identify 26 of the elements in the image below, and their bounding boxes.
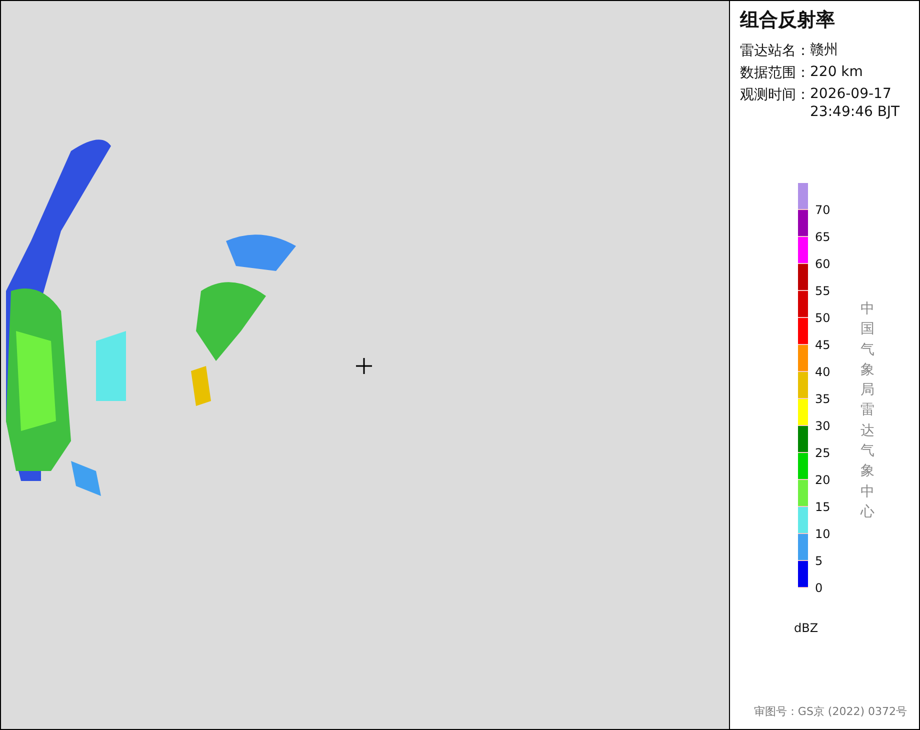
- credit-text: 中国气象局雷达气象中心: [860, 300, 874, 522]
- info-value: 220 km: [810, 63, 863, 82]
- crosshair-icon: [356, 358, 372, 374]
- scale-tick-label: 70: [815, 202, 830, 219]
- scale-tick-label: 0: [815, 580, 824, 597]
- info-label: 数据范围：: [740, 64, 810, 83]
- scale-tick-label: 50: [815, 310, 830, 327]
- scale-tick-label: 20: [815, 472, 830, 489]
- scale-tick-label: 30: [815, 418, 830, 435]
- scale-tick-label: 45: [815, 337, 830, 354]
- scale-tick-label: 60: [815, 256, 830, 273]
- scale-tick-label: 40: [815, 364, 830, 381]
- unit-label: dBZ: [794, 621, 818, 635]
- scale-tick-label: 35: [815, 391, 830, 408]
- scale-tick-label: 15: [815, 499, 830, 516]
- scale-tick-label: 55: [815, 283, 830, 300]
- info-value: 2026-09-17 23:49:46 BJT: [810, 85, 900, 121]
- scale-tick-label: 25: [815, 445, 830, 462]
- approval-number: 审图号：GS京 (2022) 0372号: [754, 704, 907, 719]
- scale-tick-label: 5: [815, 553, 824, 570]
- info-label: 雷达站名：: [740, 42, 810, 61]
- scale-tick-label: 65: [815, 229, 830, 246]
- info-value: 赣州: [810, 41, 838, 60]
- scale-tick-label: 10: [815, 526, 830, 543]
- info-label: 观测时间：: [740, 86, 810, 105]
- product-title: 组合反射率: [740, 8, 836, 33]
